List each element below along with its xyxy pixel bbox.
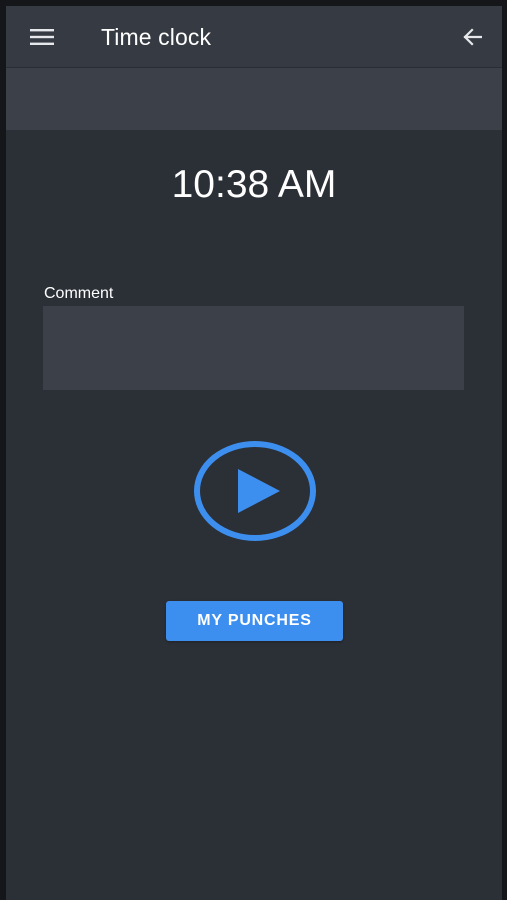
page-title: Time clock bbox=[101, 24, 212, 50]
app-screen: Time clock 10:38 AM Comment MY PUNCHES bbox=[6, 6, 502, 900]
comment-input[interactable] bbox=[43, 306, 464, 390]
sub-toolbar bbox=[6, 68, 502, 130]
play-circle-icon bbox=[194, 441, 316, 541]
menu-button[interactable] bbox=[22, 21, 62, 53]
punch-play-button[interactable] bbox=[193, 440, 317, 542]
arrow-left-icon bbox=[463, 28, 482, 46]
hamburger-menu-icon bbox=[30, 29, 54, 45]
back-button[interactable] bbox=[454, 21, 490, 53]
my-punches-button[interactable]: MY PUNCHES bbox=[166, 601, 343, 641]
comment-label: Comment bbox=[44, 285, 114, 302]
app-bar: Time clock bbox=[6, 6, 502, 68]
current-time: 10:38 AM bbox=[171, 163, 337, 206]
